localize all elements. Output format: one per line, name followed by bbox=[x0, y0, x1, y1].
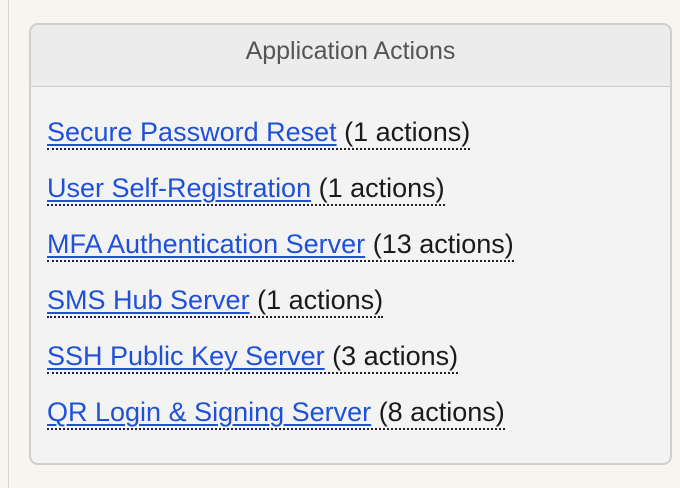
list-item: User Self-Registration (1 actions) bbox=[47, 172, 445, 206]
list-item: SMS Hub Server (1 actions) bbox=[47, 284, 384, 318]
list-item: SSH Public Key Server (3 actions) bbox=[47, 340, 459, 374]
page-divider bbox=[8, 0, 9, 488]
action-count: (13 actions) bbox=[372, 229, 514, 259]
action-count: (3 actions) bbox=[332, 341, 459, 371]
action-count: (1 actions) bbox=[318, 173, 445, 203]
list-item: MFA Authentication Server (13 actions) bbox=[47, 228, 514, 262]
ssh-public-key-server-link[interactable]: SSH Public Key Server bbox=[47, 341, 325, 371]
list-item: Secure Password Reset (1 actions) bbox=[47, 116, 471, 150]
secure-password-reset-link[interactable]: Secure Password Reset bbox=[47, 117, 337, 147]
panel-title: Application Actions bbox=[245, 37, 456, 65]
action-count: (8 actions) bbox=[378, 397, 505, 427]
action-count: (1 actions) bbox=[344, 117, 471, 147]
user-self-registration-link[interactable]: User Self-Registration bbox=[47, 173, 311, 203]
action-count: (1 actions) bbox=[257, 285, 384, 315]
application-actions-panel: Application Actions Secure Password Rese… bbox=[29, 23, 672, 465]
sms-hub-server-link[interactable]: SMS Hub Server bbox=[47, 285, 250, 315]
mfa-authentication-server-link[interactable]: MFA Authentication Server bbox=[47, 229, 365, 259]
qr-login-signing-server-link[interactable]: QR Login & Signing Server bbox=[47, 397, 371, 427]
panel-header: Application Actions bbox=[31, 25, 670, 87]
list-item: QR Login & Signing Server (8 actions) bbox=[47, 396, 505, 430]
